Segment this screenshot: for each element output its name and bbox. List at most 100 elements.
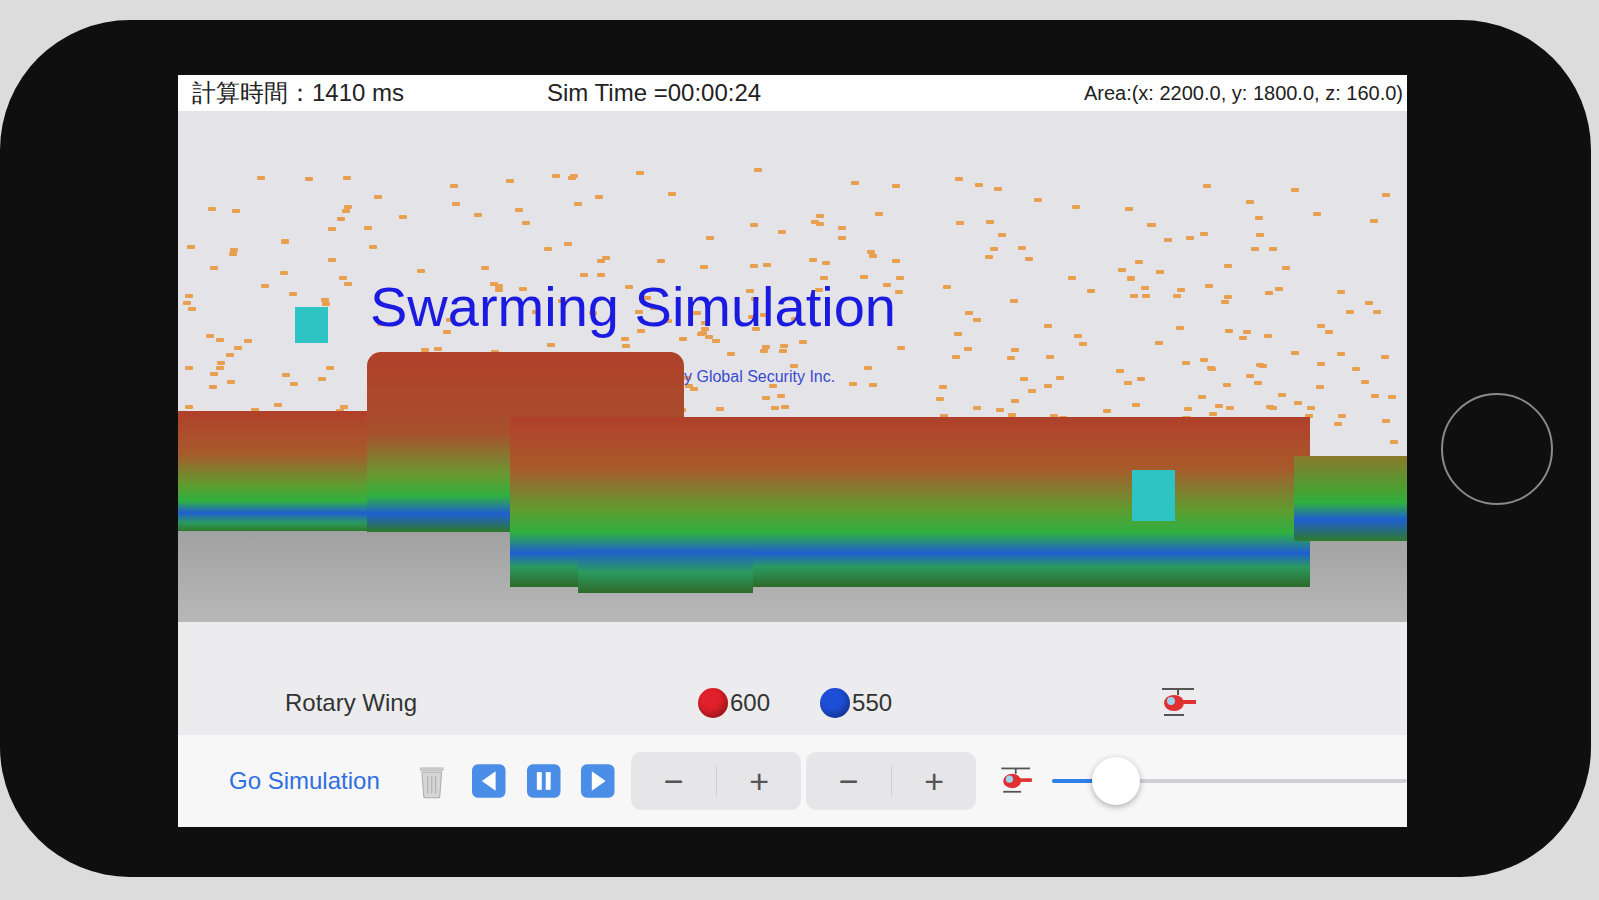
team-count: 550 xyxy=(820,685,892,721)
agent-dot xyxy=(328,227,336,231)
stepper-minus[interactable]: − xyxy=(631,764,716,798)
agent-dot xyxy=(226,353,234,357)
agent-dot xyxy=(1044,324,1052,328)
helicopter-icon xyxy=(1156,683,1200,723)
team-count-text: 550 xyxy=(852,685,892,721)
agent-dot xyxy=(1307,406,1315,410)
agent-dot xyxy=(344,282,352,286)
agent-dot xyxy=(1269,406,1277,410)
agent-dot xyxy=(210,372,218,376)
play-icon[interactable] xyxy=(580,763,616,799)
agent-dot xyxy=(777,394,785,398)
slider-track[interactable] xyxy=(1052,779,1407,783)
agent-dot xyxy=(506,179,514,183)
agent-dot xyxy=(337,217,345,221)
agent-dot xyxy=(1176,326,1184,330)
agent-dot xyxy=(1325,330,1333,334)
agent-dot xyxy=(1068,276,1076,280)
previous-icon[interactable] xyxy=(471,763,507,799)
agent-dot xyxy=(1373,310,1381,314)
agent-dot xyxy=(985,255,993,259)
agent-dot xyxy=(892,184,900,188)
agent-dot xyxy=(778,230,786,234)
agent-dot xyxy=(305,177,313,181)
base-box xyxy=(1132,470,1175,521)
agent-dot xyxy=(668,192,676,196)
agent-dot xyxy=(340,405,348,409)
agent-dot xyxy=(1255,216,1263,220)
agent-dot xyxy=(779,349,787,353)
agent-dot xyxy=(1205,284,1213,288)
agent-dot xyxy=(1203,184,1211,188)
agent-dot xyxy=(1352,367,1360,371)
agent-dot xyxy=(217,361,225,365)
agent-dot xyxy=(364,226,372,230)
agent-dot xyxy=(1209,412,1217,416)
agent-dot xyxy=(339,276,347,280)
agent-dot xyxy=(261,284,269,288)
terrain xyxy=(1294,456,1407,541)
home-button[interactable] xyxy=(1441,393,1553,505)
stepper-minus[interactable]: − xyxy=(806,764,891,798)
agent-dot xyxy=(343,176,351,180)
agent-dot xyxy=(185,294,193,298)
agent-dot xyxy=(417,269,425,273)
agent-dot xyxy=(1147,223,1155,227)
agent-dot xyxy=(851,181,859,185)
agent-dot xyxy=(965,311,973,315)
go-simulation-button[interactable]: Go Simulation xyxy=(178,763,415,799)
agent-dot xyxy=(1224,264,1232,268)
info-row: Rotary Wing 600550 xyxy=(178,622,1407,735)
agent-dot xyxy=(712,339,720,343)
agent-dot xyxy=(1316,385,1324,389)
agent-dot xyxy=(762,345,770,349)
agent-dot xyxy=(564,242,572,246)
agent-dot xyxy=(1164,238,1172,242)
agent-dot xyxy=(1010,299,1018,303)
scene: Swarming Simulation y Global Security In… xyxy=(178,111,1407,622)
agent-dot xyxy=(481,266,489,270)
agent-dot xyxy=(227,380,235,384)
agent-dot xyxy=(1208,367,1216,371)
agent-dot xyxy=(318,377,326,381)
agent-dot xyxy=(234,346,242,350)
stepper-plus[interactable]: + xyxy=(892,764,977,798)
agent-dot xyxy=(1370,219,1378,223)
agent-dot xyxy=(229,252,237,256)
agent-dot xyxy=(869,254,877,258)
agent-dot xyxy=(1118,268,1126,272)
terrain xyxy=(578,551,753,593)
agent-dot xyxy=(897,346,905,350)
agent-dot xyxy=(1269,247,1277,251)
agent-dot xyxy=(1382,419,1390,423)
agent-dot xyxy=(289,292,297,296)
agent-dot xyxy=(185,405,193,409)
agent-dot xyxy=(1223,383,1231,387)
agent-dot xyxy=(183,301,191,305)
agent-dot xyxy=(816,214,824,218)
agent-dot xyxy=(1200,232,1208,236)
agent-dot xyxy=(838,226,846,230)
agent-dot xyxy=(996,408,1004,412)
agent-dot xyxy=(716,407,724,411)
trash-icon[interactable] xyxy=(415,761,449,801)
agent-dot xyxy=(952,355,960,359)
agent-dot xyxy=(1011,348,1019,352)
agent-dot xyxy=(1317,324,1325,328)
agent-dot xyxy=(474,213,482,217)
slider-thumb[interactable] xyxy=(1092,757,1140,805)
agent-dot xyxy=(875,212,883,216)
team-dot xyxy=(820,688,850,718)
agent-dot xyxy=(1225,329,1233,333)
agent-dot xyxy=(896,276,904,280)
stepper-plus[interactable]: + xyxy=(717,764,802,798)
agent-dot xyxy=(1074,334,1082,338)
agent-dot xyxy=(895,290,903,294)
agent-dot xyxy=(1365,301,1373,305)
pause-icon[interactable] xyxy=(526,763,562,799)
agent-dot xyxy=(1334,422,1342,426)
agent-dot xyxy=(990,247,998,251)
agent-dot xyxy=(973,406,981,410)
agent-dot xyxy=(1246,374,1254,378)
team-count: 600 xyxy=(698,685,770,721)
